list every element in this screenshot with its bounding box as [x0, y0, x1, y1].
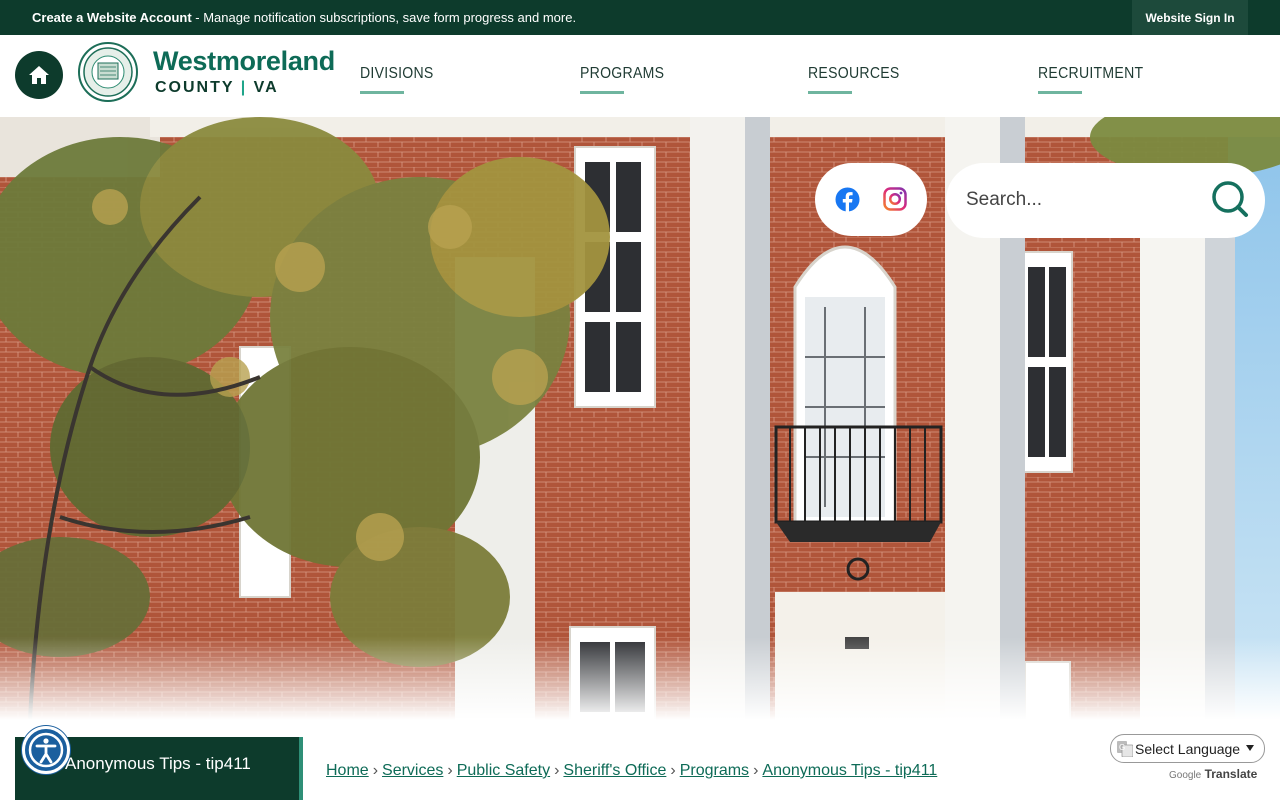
website-sign-in-button[interactable]: Website Sign In	[1132, 0, 1248, 35]
brand-divider: |	[240, 79, 248, 96]
search-input[interactable]	[966, 185, 1186, 215]
breadcrumb-sheriffs-office[interactable]: Sheriff's Office	[563, 762, 666, 779]
nav-divisions[interactable]: DIVISIONS	[360, 65, 434, 94]
language-select-label: Select Language	[1135, 741, 1241, 757]
google-wordmark: Google	[1169, 770, 1202, 781]
translate-link[interactable]: Translate	[1205, 767, 1258, 781]
powered-by-google: Google Translate	[1169, 767, 1257, 781]
svg-text:G: G	[1119, 743, 1125, 752]
nav-programs[interactable]: PROGRAMS	[580, 65, 664, 94]
chevron-down-icon	[1246, 745, 1254, 751]
brand-name[interactable]: Westmoreland	[153, 46, 335, 77]
breadcrumb-separator: ›	[554, 762, 560, 779]
breadcrumb-separator: ›	[670, 762, 676, 779]
language-select[interactable]: G Select Language	[1110, 734, 1265, 763]
accessibility-icon	[28, 732, 64, 768]
top-bar: Create a Website Account - Manage notifi…	[0, 0, 1280, 35]
nav-resources[interactable]: RESOURCES	[808, 65, 900, 94]
google-translate-icon: G	[1117, 741, 1133, 757]
instagram-icon[interactable]	[883, 187, 907, 211]
nav-recruitment[interactable]: RECRUITMENT	[1038, 65, 1143, 94]
breadcrumb-separator: ›	[753, 762, 759, 779]
home-icon	[29, 66, 49, 84]
breadcrumb-anonymous-tips[interactable]: Anonymous Tips - tip411	[762, 762, 937, 779]
breadcrumb-public-safety[interactable]: Public Safety	[457, 762, 550, 779]
create-account-message[interactable]: Create a Website Account - Manage notifi…	[32, 10, 576, 25]
breadcrumb-home[interactable]: Home	[326, 762, 369, 779]
breadcrumb-separator: ›	[447, 762, 453, 779]
brand-subtitle: COUNTY | VA	[155, 79, 279, 97]
breadcrumb-separator: ›	[372, 762, 379, 779]
site-header: Westmoreland COUNTY | VA DIVISIONS PROGR…	[0, 35, 1280, 117]
search-box	[946, 163, 1265, 238]
facebook-icon[interactable]	[835, 187, 860, 212]
hero-fade	[0, 637, 1280, 720]
brand-state: VA	[253, 79, 279, 96]
home-button[interactable]	[15, 51, 63, 99]
create-account-description: - Manage notification subscriptions, sav…	[191, 10, 577, 25]
accessibility-button[interactable]	[22, 726, 70, 774]
breadcrumb: Home › Services › Public Safety › Sheriff's Of…	[326, 762, 937, 780]
brand-county: COUNTY	[155, 79, 235, 96]
breadcrumb-services[interactable]: Services	[382, 762, 443, 779]
create-account-link[interactable]: Create a Website Account	[32, 10, 192, 25]
search-icon	[1212, 181, 1248, 217]
social-links	[815, 163, 927, 236]
search-button[interactable]	[1210, 180, 1250, 220]
breadcrumb-programs[interactable]: Programs	[680, 762, 749, 779]
county-seal-logo[interactable]	[78, 41, 138, 109]
page-title: Anonymous Tips - tip411	[65, 754, 251, 773]
